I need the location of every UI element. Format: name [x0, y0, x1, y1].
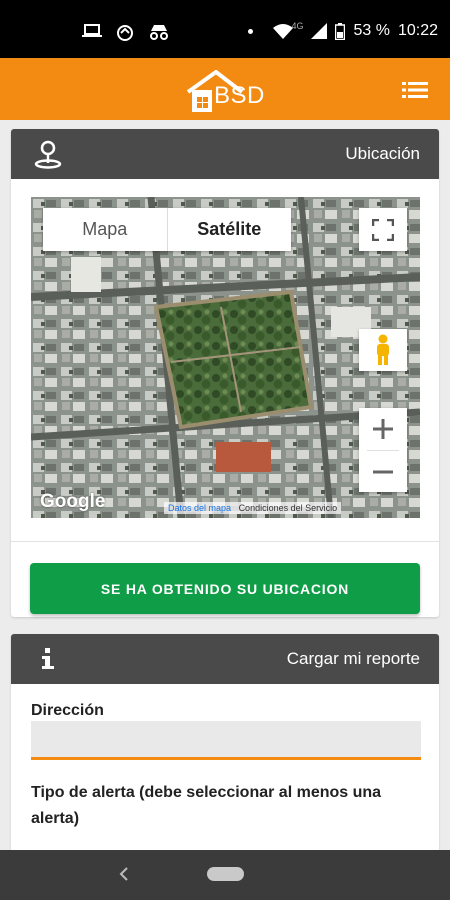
map-type-toggle: Mapa Satélite [43, 208, 291, 251]
dot-icon [248, 28, 254, 34]
google-logo: Google [40, 491, 106, 512]
pegman-icon [377, 334, 389, 365]
wifi-icon [273, 23, 294, 39]
incognito-icon [150, 25, 168, 40]
report-card-title: Cargar mi reporte [286, 649, 420, 668]
fullscreen-icon [372, 218, 394, 241]
tipo-alerta-label: Tipo de alerta (debe seleccionar al meno… [31, 784, 382, 827]
status-left-icons [82, 24, 170, 42]
location-card-header: Ubicación [11, 129, 439, 179]
report-card-header: Cargar mi reporte [11, 634, 439, 684]
location-obtained-button[interactable]: SE HA OBTENIDO SU UBICACION [30, 563, 420, 614]
zoom-in-button[interactable] [359, 408, 407, 450]
direccion-input[interactable] [31, 721, 421, 760]
street-view-button[interactable] [359, 329, 407, 371]
location-card: Ubicación Mapa Satélite Google Datos del… [11, 129, 439, 617]
list-menu-icon[interactable] [402, 80, 428, 100]
zoom-out-icon [373, 470, 393, 473]
sync-icon [117, 25, 133, 41]
clock: 10:22 [397, 22, 438, 39]
map-data-link[interactable]: Datos del mapa [168, 503, 231, 513]
map-pin-icon [34, 140, 62, 169]
content-area: Ubicación Mapa Satélite Google Datos del… [0, 120, 450, 874]
direccion-label: Dirección [31, 702, 104, 719]
network-type: 4G [291, 21, 304, 31]
home-pill[interactable] [207, 867, 244, 881]
fullscreen-button[interactable] [359, 208, 407, 251]
battery-level: 53 % [353, 22, 390, 39]
map-type-satelite[interactable]: Satélite [166, 208, 292, 251]
signal-icon [311, 23, 328, 39]
terms-link[interactable]: Condiciones del Servicio [239, 503, 338, 513]
satellite-map[interactable]: Mapa Satélite Google Datos del mapa Cond… [31, 197, 420, 518]
report-card: Cargar mi reporte Dirección Tipo de aler… [11, 634, 439, 874]
location-card-title: Ubicación [345, 144, 420, 163]
card-divider [11, 541, 439, 542]
status-bar: 4G 53 % 10:22 [0, 0, 450, 58]
info-icon [42, 648, 54, 669]
map-type-mapa[interactable]: Mapa [43, 208, 167, 251]
battery-icon [335, 22, 346, 40]
logo-text: BSD [214, 82, 265, 109]
zoom-in-icon [373, 419, 393, 439]
zoom-out-button[interactable] [359, 451, 407, 492]
back-icon[interactable] [118, 866, 130, 882]
zoom-controls [359, 408, 407, 492]
laptop-icon [82, 24, 102, 37]
status-right-icons: 4G 53 % 10:22 [248, 21, 438, 40]
map-attribution: Datos del mapa Condiciones del Servicio [164, 502, 342, 514]
